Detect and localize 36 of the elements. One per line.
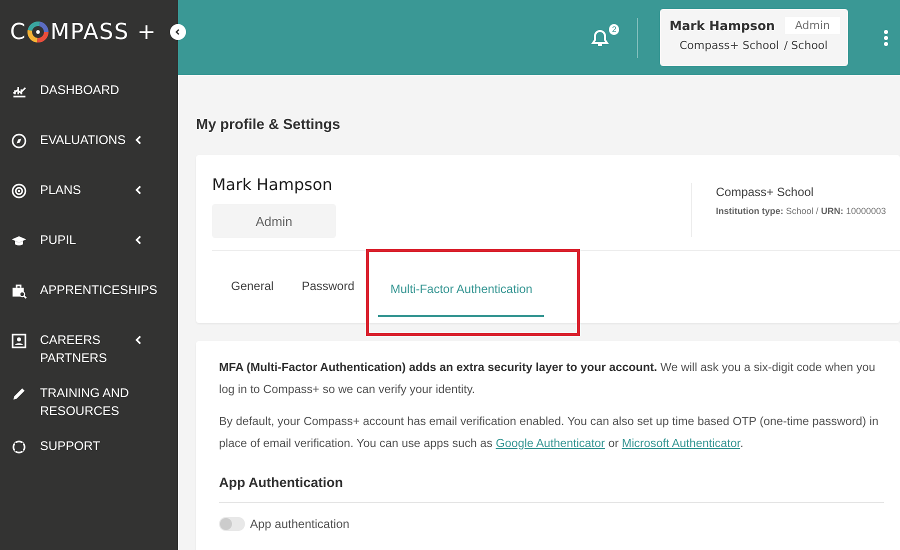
collapse-button[interactable] <box>170 24 186 40</box>
lifebuoy-icon <box>11 439 27 455</box>
contact-card-icon <box>11 333 27 349</box>
sidebar-item[interactable]: PUPIL <box>0 214 178 264</box>
user-card[interactable]: Mark Hampson Admin Compass+ School / School <box>660 9 848 66</box>
briefcase-search-icon <box>11 283 27 299</box>
school-name: Compass+ School <box>679 39 779 52</box>
info-paragraph: By default, your Compass+ account has email verification enabled. You can also set up time based OTP (one-time password) in place of email verification. You can use apps such as Google Authenticator or Microsoft Authenticator. <box>219 414 880 452</box>
sidebar-item[interactable]: DASHBOARD <box>0 64 178 114</box>
toggle-label: App authentication <box>250 517 350 531</box>
sidebar-item[interactable]: SUPPORT <box>0 420 178 470</box>
institution-name: Compass+ School <box>716 185 815 199</box>
sidebar-item[interactable]: APPRENTICESHIPS <box>0 264 178 314</box>
sidebar-item[interactable]: EVALUATIONS <box>0 114 178 164</box>
tab[interactable]: Password <box>302 251 354 321</box>
pencil-icon <box>11 386 27 402</box>
school-type: / School <box>784 39 828 52</box>
compass-icon <box>11 133 27 149</box>
sidebar-item[interactable]: TRAINING AND RESOURCES <box>0 367 178 420</box>
tab[interactable]: General <box>231 251 274 321</box>
chevron-icon <box>174 28 182 36</box>
user-name: Mark Hampson <box>669 18 775 33</box>
intro-paragraph: MFA (Multi-Factor Authentication) adds an extra security layer to your account. We will ask you a six-digit code when you log in to Compass+ so we can verify your identity. <box>219 360 876 398</box>
profile-name: Mark Hampson <box>212 175 334 194</box>
more-options-icon[interactable] <box>884 30 888 46</box>
section-title: App Authentication <box>219 475 344 490</box>
role-label: Admin <box>784 17 840 34</box>
notification-count: 2 <box>608 24 620 34</box>
role-label: Admin <box>212 204 336 238</box>
sidebar-item[interactable]: PLANS <box>0 164 178 214</box>
sidebar-item[interactable]: CAREERS PARTNERS <box>0 314 178 367</box>
toggle-switch[interactable] <box>219 517 245 531</box>
institution-details: Institution type: School / URN: 10000003 <box>716 206 886 216</box>
logo[interactable]: C MPASS + <box>10 20 157 44</box>
page-title: My profile & Settings <box>196 117 342 133</box>
target-icon <box>11 183 27 199</box>
